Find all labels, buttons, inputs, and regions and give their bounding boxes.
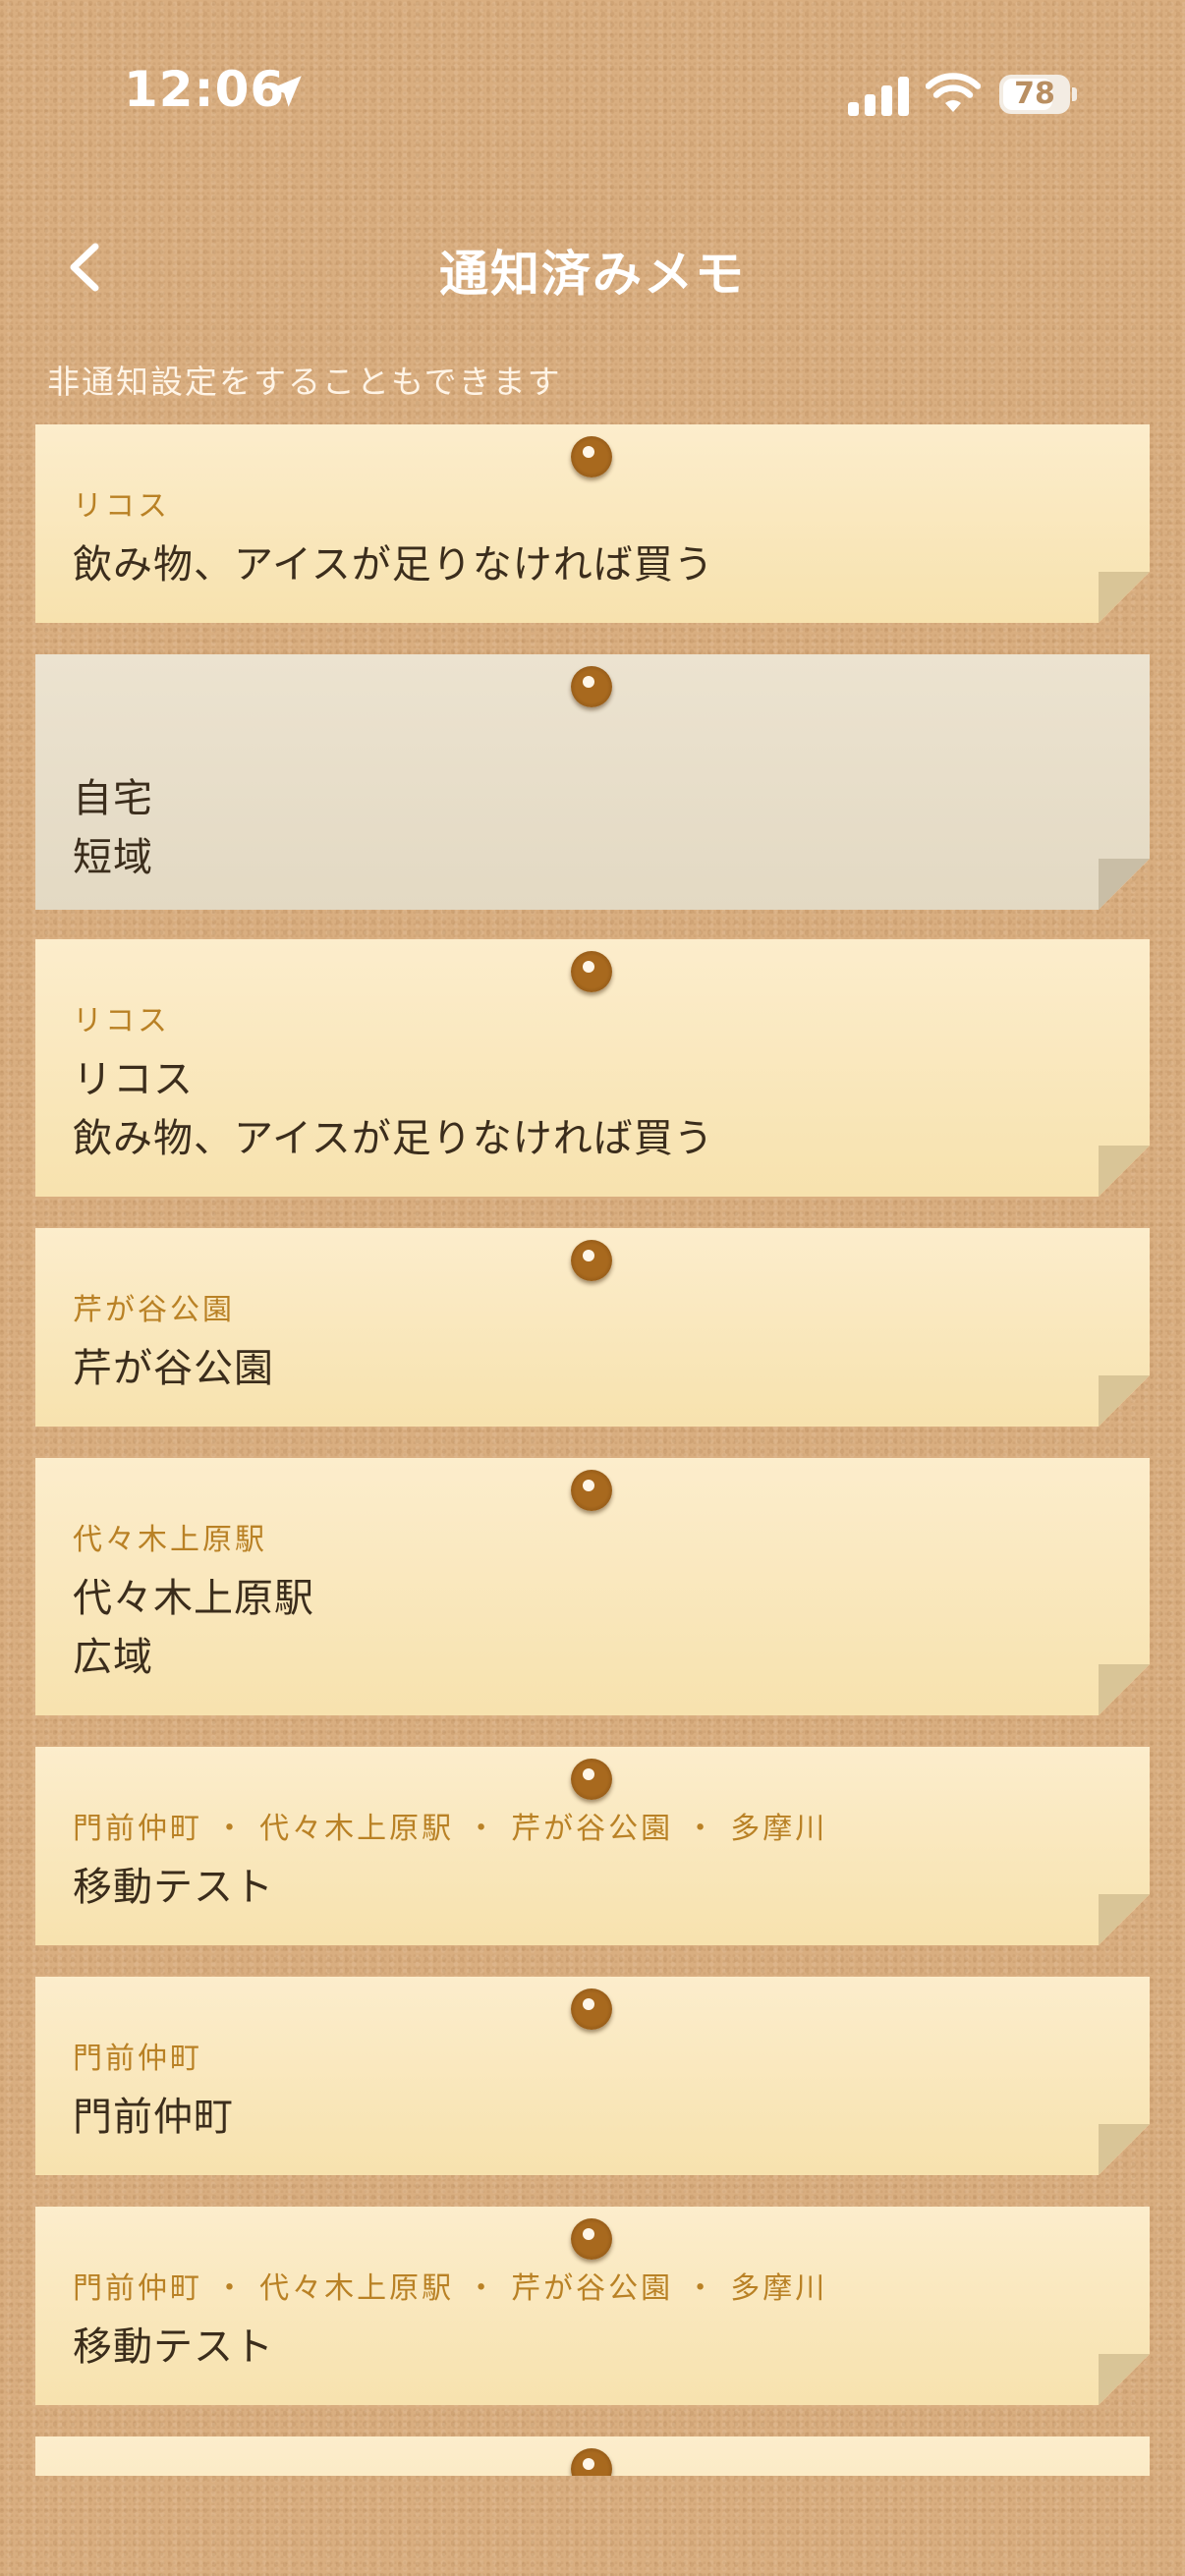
page-curl [1099, 572, 1150, 623]
wifi-icon [926, 73, 981, 112]
memo-card[interactable]: 門前仲町 ・ 代々木上原駅 ・ 芹が谷公園 ・ 多摩川移動テスト [35, 2207, 1150, 2405]
page-curl [1099, 1146, 1150, 1197]
pushpin-icon [571, 1470, 612, 1511]
pushpin-icon [571, 1759, 612, 1800]
memo-text: 短域 [73, 835, 153, 880]
pushpin-icon [571, 1988, 612, 2030]
memo-text: 自宅 [73, 776, 153, 821]
page-curl [1099, 1894, 1150, 1945]
memo-text: 代々木上原駅 [73, 1576, 314, 1621]
memo-card[interactable]: 芹が谷公園 芹が谷公園 [35, 1228, 1150, 1427]
status-time: 12:06 [124, 61, 286, 118]
memo-location-label: 門前仲町 ・ 代々木上原駅 ・ 芹が谷公園 ・ 多摩川 [73, 1812, 828, 1846]
memo-location-label: 芹が谷公園 [73, 1293, 235, 1327]
location-arrow-icon [270, 76, 302, 107]
page-curl [1099, 1375, 1150, 1427]
page-curl [1099, 2124, 1150, 2175]
memo-card[interactable]: リコス リコス 飲み物、アイスが足りなければ買う [35, 939, 1150, 1197]
memo-text: 飲み物、アイスが足りなければ買う [73, 1116, 714, 1161]
pushpin-icon [571, 2448, 612, 2476]
page-curl [1099, 859, 1150, 910]
memo-location-label: 門前仲町 [73, 2042, 202, 2076]
memo-list: リコス 飲み物、アイスが足りなければ買う 自宅 短域 リコス リコス 飲み物、アイスが足りな… [35, 424, 1150, 2476]
memo-location-label: 代々木上原駅 [73, 1523, 267, 1557]
memo-text: 広域 [73, 1635, 153, 1680]
page-title: 通知済みメモ [439, 246, 746, 303]
memo-card[interactable]: 門前仲町 ・ 代々木上原駅 ・ 芹が谷公園 ・ 多摩川移動テスト [35, 1747, 1150, 1945]
memo-text: 飲み物、アイスが足りなければ買う [73, 542, 714, 588]
pushpin-icon [571, 2218, 612, 2260]
pushpin-icon [571, 1240, 612, 1281]
memo-card[interactable]: 門前仲町 門前仲町 [35, 1977, 1150, 2175]
battery-percent: 78 [1014, 77, 1055, 111]
page-subtitle: 非通知設定をすることもできます [47, 363, 562, 401]
pushpin-icon [571, 951, 612, 992]
memo-text: 芹が谷公園 [73, 1346, 274, 1391]
memo-location-label: リコス [73, 489, 170, 524]
cellular-signal-icon [848, 73, 909, 116]
page-curl [1099, 1664, 1150, 1715]
memo-card[interactable] [35, 2436, 1150, 2476]
battery-icon: 78 [999, 75, 1078, 114]
memo-text: 移動テスト [73, 2324, 274, 2370]
memo-card[interactable]: 自宅 短域 [35, 654, 1150, 910]
memo-text: 門前仲町 [73, 2095, 234, 2140]
status-bar: 12:06 78 [0, 0, 1185, 187]
pushpin-icon [571, 666, 612, 707]
memo-text: リコス [73, 1057, 194, 1102]
memo-card[interactable]: リコス飲み物、アイスが足りなければ買う [35, 424, 1150, 623]
memo-location-label: リコス [73, 1004, 170, 1038]
memo-text: 移動テスト [73, 1865, 274, 1910]
navigation-bar: 通知済みメモ [0, 221, 1185, 319]
memo-card[interactable]: 代々木上原駅 代々木上原駅 広域 [35, 1458, 1150, 1715]
page-curl [1099, 2354, 1150, 2405]
pushpin-icon [571, 436, 612, 477]
memo-location-label: 門前仲町 ・ 代々木上原駅 ・ 芹が谷公園 ・ 多摩川 [73, 2271, 828, 2306]
